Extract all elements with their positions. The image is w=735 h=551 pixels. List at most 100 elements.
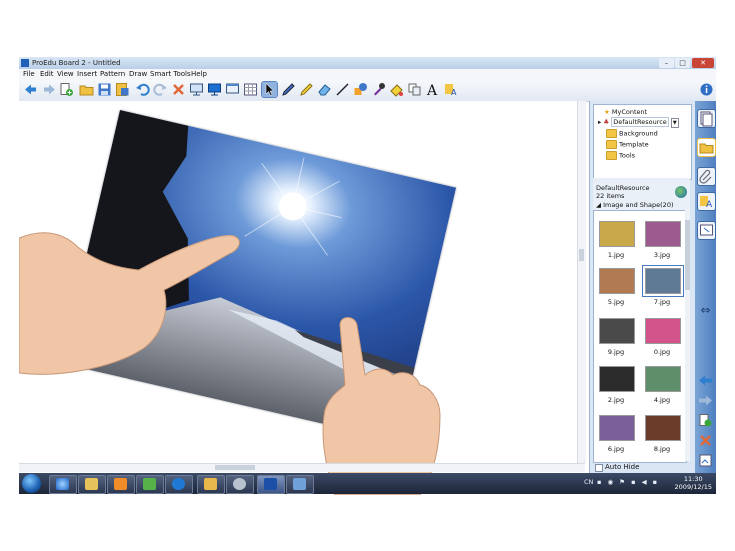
- language-indicator[interactable]: CN: [584, 478, 593, 486]
- minimize-button[interactable]: –: [659, 58, 674, 68]
- resource-header: DefaultResource 22 items ◢ Image and Sha…: [593, 183, 690, 210]
- thumbnail-4[interactable]: [645, 366, 681, 392]
- start-button[interactable]: [22, 474, 41, 493]
- thumbnail-3[interactable]: [645, 221, 681, 247]
- canvas-vertical-scrollbar[interactable]: [577, 101, 586, 463]
- canvas-horizontal-scrollbar[interactable]: [19, 463, 585, 472]
- fill-dropper-icon[interactable]: [371, 82, 386, 97]
- messenger-icon: [143, 478, 156, 490]
- shape-icon[interactable]: [353, 82, 368, 97]
- redo-icon[interactable]: [153, 82, 168, 97]
- left-hand: [19, 232, 240, 375]
- tree-node-defaultresource[interactable]: ▸ ♣ DefaultResource ▼: [598, 117, 679, 128]
- taskbar-tools[interactable]: [226, 475, 254, 494]
- thumbnail-6[interactable]: [599, 415, 635, 441]
- double-arrow-resize-icon[interactable]: ⇔: [698, 303, 713, 318]
- arrow-left-icon[interactable]: [698, 373, 713, 388]
- info-icon[interactable]: [699, 82, 714, 97]
- font-style-tab[interactable]: A: [697, 192, 716, 211]
- attachment-tab[interactable]: [697, 167, 716, 186]
- menu-smart-tools[interactable]: Smart Tools: [150, 70, 191, 79]
- arrow-right-icon[interactable]: [698, 393, 713, 408]
- line-icon[interactable]: [335, 82, 350, 97]
- copy-icon[interactable]: [407, 82, 422, 97]
- screen-icon[interactable]: [189, 82, 204, 97]
- text-icon[interactable]: A: [425, 82, 440, 97]
- menu-view[interactable]: View: [57, 70, 74, 79]
- mail-icon: [204, 478, 217, 490]
- highlighter-icon[interactable]: [299, 82, 314, 97]
- taskbar-app[interactable]: [165, 475, 193, 494]
- app-icon: [21, 59, 29, 67]
- pages-tab[interactable]: [697, 109, 716, 128]
- auto-hide-toggle[interactable]: Auto Hide: [593, 462, 690, 473]
- thumbnail-label: 0.jpg: [653, 348, 671, 356]
- thumbnail-1[interactable]: [599, 221, 635, 247]
- folder-icon: [606, 140, 617, 149]
- eraser-icon[interactable]: [317, 82, 332, 97]
- open-folder-icon[interactable]: [79, 82, 94, 97]
- delete-icon[interactable]: [171, 82, 186, 97]
- magic-fill-icon[interactable]: [389, 82, 404, 97]
- undo-icon[interactable]: [135, 82, 150, 97]
- menu-draw[interactable]: Draw: [129, 70, 147, 79]
- tree-node-tools[interactable]: Tools: [606, 151, 635, 160]
- tray-icons[interactable]: ▪ ◉ ⚑ ▪ ◀ ▪: [597, 478, 659, 486]
- save-icon[interactable]: [97, 82, 112, 97]
- font-icon[interactable]: A: [444, 82, 459, 97]
- select-arrow-icon[interactable]: [261, 81, 278, 98]
- thumbnail-7[interactable]: [642, 265, 684, 297]
- thumbnail-label: 4.jpg: [653, 396, 671, 404]
- thumbnail-9[interactable]: [599, 318, 635, 344]
- taskbar-messenger[interactable]: [136, 475, 164, 494]
- page-settings-icon[interactable]: [698, 453, 713, 468]
- thumbnail-2[interactable]: [599, 366, 635, 392]
- menu-insert[interactable]: Insert: [77, 70, 97, 79]
- table-icon[interactable]: [243, 82, 258, 97]
- menu-pattern[interactable]: Pattern: [100, 70, 125, 79]
- pen-icon[interactable]: [281, 82, 296, 97]
- preview-tab[interactable]: [697, 221, 716, 240]
- display-icon[interactable]: [207, 82, 222, 97]
- forward-button[interactable]: [42, 82, 57, 97]
- window-icon[interactable]: [225, 82, 240, 97]
- resource-folder-tab[interactable]: [697, 138, 716, 157]
- proedu-icon: [264, 478, 277, 490]
- collapse-triangle-icon: ◢: [596, 201, 601, 209]
- menu-edit[interactable]: Edit: [40, 70, 54, 79]
- thumbnail-0[interactable]: [645, 318, 681, 344]
- save-as-icon[interactable]: [115, 82, 130, 97]
- globe-icon[interactable]: [675, 186, 687, 198]
- taskbar-proedu[interactable]: [257, 475, 285, 494]
- thumbnail-label: 7.jpg: [653, 298, 671, 306]
- dropdown-chevron-icon[interactable]: ▼: [670, 118, 679, 128]
- menu-file[interactable]: File: [23, 70, 35, 79]
- menu-help[interactable]: Help: [191, 70, 207, 79]
- thumbnail-scrollbar[interactable]: [685, 210, 690, 461]
- thumbnail-label: 3.jpg: [653, 251, 671, 259]
- svg-text:A: A: [451, 88, 457, 97]
- close-button[interactable]: ✕: [692, 58, 714, 68]
- delete-page-icon[interactable]: [698, 433, 713, 448]
- thumbnail-8[interactable]: [645, 415, 681, 441]
- scroll-thumb[interactable]: [215, 465, 255, 470]
- resource-category[interactable]: ◢ Image and Shape(20): [596, 201, 674, 209]
- tree-node-background[interactable]: Background: [606, 129, 658, 138]
- add-page-button[interactable]: [59, 82, 74, 97]
- auto-hide-checkbox[interactable]: [595, 464, 603, 472]
- scroll-thumb[interactable]: [579, 249, 584, 261]
- taskbar-mail[interactable]: [197, 475, 225, 494]
- clock[interactable]: 11:30 2009/12/15: [675, 475, 712, 491]
- add-page-icon[interactable]: [698, 413, 713, 428]
- scroll-thumb[interactable]: [685, 220, 690, 290]
- back-button[interactable]: [23, 82, 38, 97]
- taskbar-window[interactable]: [286, 475, 314, 494]
- tools-icon: [233, 478, 246, 490]
- thumbnail-5[interactable]: [599, 268, 635, 294]
- tree-node-template[interactable]: Template: [606, 140, 649, 149]
- taskbar-ie[interactable]: [49, 475, 77, 494]
- tree-node-mycontent[interactable]: ★ MyContent: [604, 108, 647, 116]
- taskbar-explorer[interactable]: [78, 475, 106, 494]
- taskbar-media[interactable]: [107, 475, 135, 494]
- maximize-button[interactable]: □: [675, 58, 690, 68]
